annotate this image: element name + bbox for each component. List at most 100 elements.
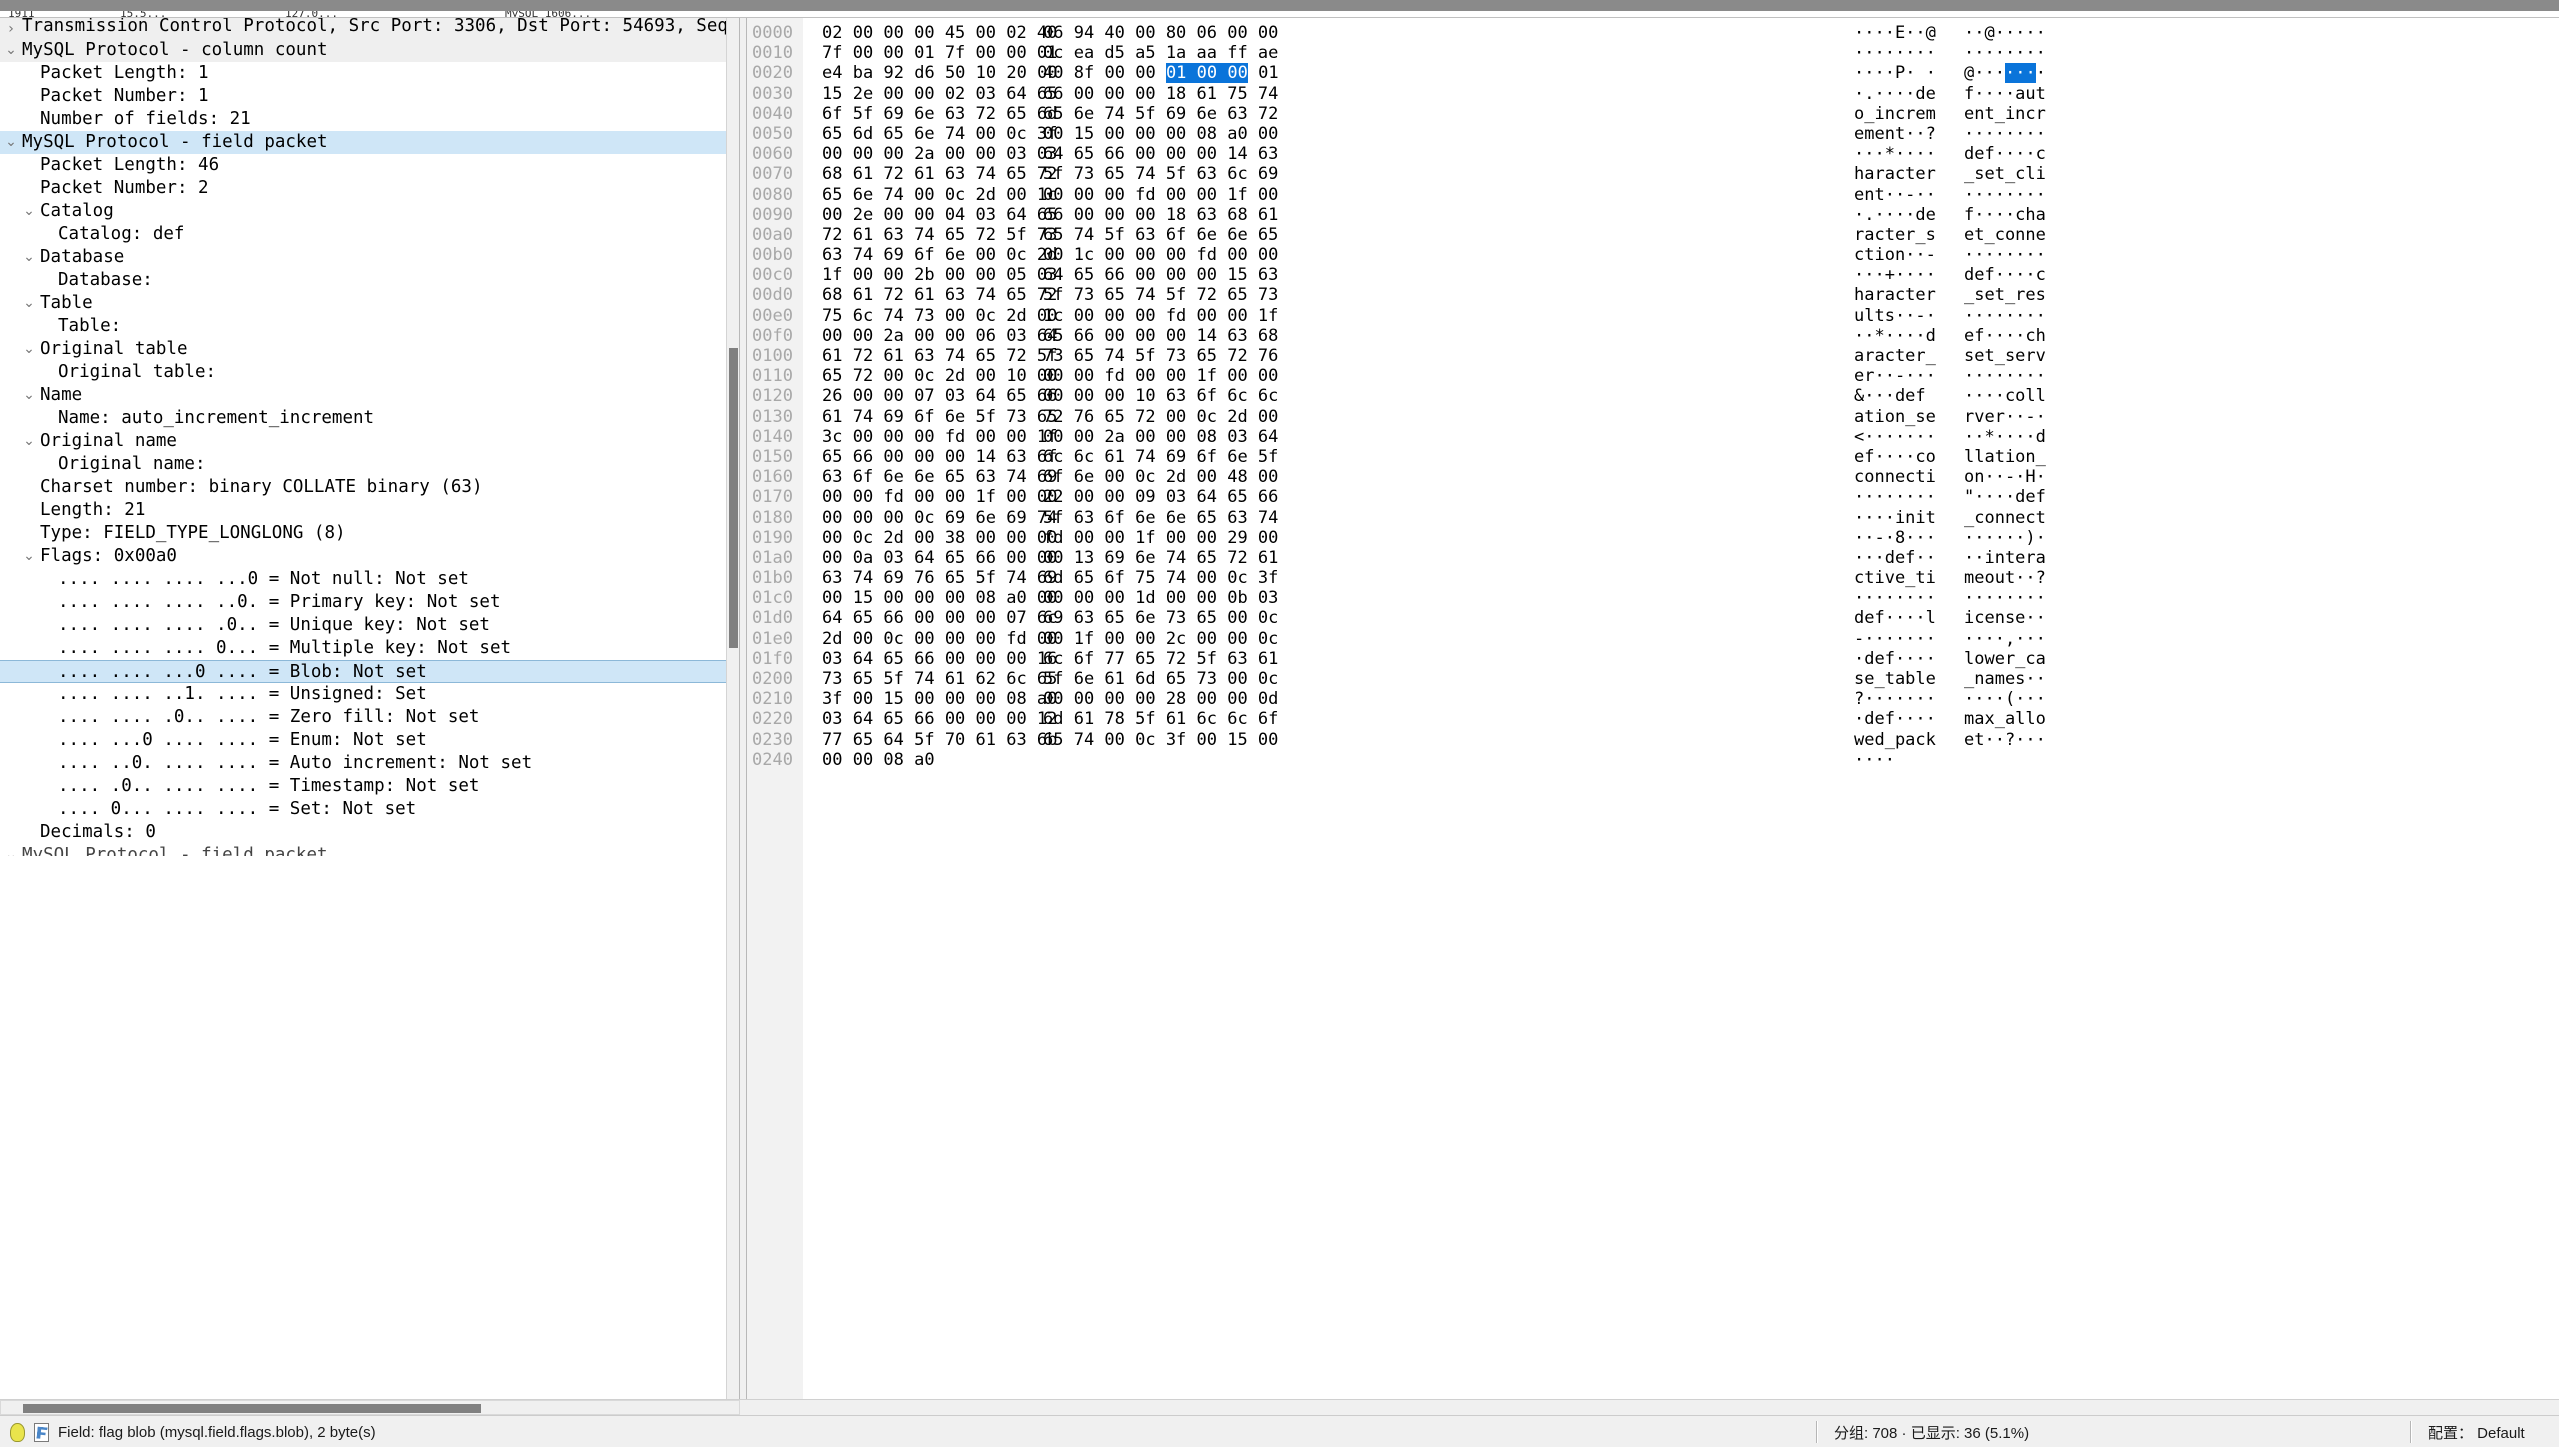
detail-tree-row[interactable]: Length: 21	[0, 499, 727, 522]
hex-dump-row[interactable]: 0130 61 74 69 6f 6e 5f 73 65 72 76 65 72 0…	[747, 407, 2559, 427]
disclosure-triangle-icon[interactable]: ⌄	[4, 131, 18, 154]
disclosure-triangle-icon[interactable]: ⌄	[22, 338, 36, 361]
hex-dump-row[interactable]: 0190 00 0c 2d 00 38 00 00 00 fd 00 00 1f 0…	[747, 528, 2559, 548]
hex-dump-row[interactable]: 0140 3c 00 00 00 fd 00 00 1f 00 00 2a 00 0…	[747, 427, 2559, 447]
detail-tree-row[interactable]: Packet Length: 46	[0, 154, 727, 177]
detail-tree-row[interactable]: .... ...0 .... .... = Enum: Not set	[0, 729, 727, 752]
detail-tree-row[interactable]: Packet Number: 1	[0, 85, 727, 108]
hex-dump-row[interactable]: 0230 77 65 64 5f 70 61 63 6b 65 74 00 0c 3…	[747, 730, 2559, 750]
hex-offset: 0230	[752, 729, 793, 750]
hex-dump-row[interactable]: 0070 68 61 72 61 63 74 65 72 5f 73 65 74 5…	[747, 164, 2559, 184]
detail-tree-row[interactable]: ⌄ Catalog	[0, 200, 727, 223]
packet-list-partial-row[interactable]: 1911 15.5... 127.0... MySQL 1606...	[0, 11, 2559, 17]
disclosure-triangle-icon[interactable]: ⌄	[4, 844, 18, 856]
disclosure-triangle-icon[interactable]: ⌄	[22, 292, 36, 315]
hex-dump-row[interactable]: 0050 65 6d 65 6e 74 00 0c 3f 00 15 00 00 0…	[747, 124, 2559, 144]
hex-dump-row[interactable]: 01c0 00 15 00 00 00 08 a0 00 00 00 00 1d 0…	[747, 588, 2559, 608]
hex-dump-row[interactable]: 01d0 64 65 66 00 00 00 07 6c 69 63 65 6e 7…	[747, 608, 2559, 628]
detail-tree-row[interactable]: Number of fields: 21	[0, 108, 727, 131]
detail-tree-row[interactable]: Packet Length: 1	[0, 62, 727, 85]
scrollbar-thumb-horizontal[interactable]	[23, 1404, 481, 1413]
detail-tree-row[interactable]: ⌄ MySQL Protocol - column count	[0, 39, 727, 62]
hex-dump-row[interactable]: 0110 65 72 00 0c 2d 00 10 00 00 00 fd 00 0…	[747, 366, 2559, 386]
detail-tree-row[interactable]: ⌄ MySQL Protocol - field packet	[0, 844, 727, 856]
detail-tree-row[interactable]: Original name:	[0, 453, 727, 476]
hex-dump-row[interactable]: 0040 6f 5f 69 6e 63 72 65 6d 65 6e 74 5f 6…	[747, 104, 2559, 124]
expert-info-icon[interactable]	[10, 1422, 25, 1442]
detail-tree-row[interactable]: .... .... .... ...0 = Not null: Not set	[0, 568, 727, 591]
hex-dump-row[interactable]: 0100 61 72 61 63 74 65 72 5f 73 65 74 5f 7…	[747, 346, 2559, 366]
detail-tree-row[interactable]: Decimals: 0	[0, 821, 727, 844]
detail-tree-row[interactable]: Packet Number: 2	[0, 177, 727, 200]
disclosure-triangle-icon[interactable]: ⌄	[22, 200, 36, 223]
hex-dump-row[interactable]: 01a0 00 0a 03 64 65 66 00 00 00 13 69 6e 7…	[747, 548, 2559, 568]
detail-tree-row[interactable]: .... ..0. .... .... = Auto increment: No…	[0, 752, 727, 775]
hex-dump-row[interactable]: 0030 15 2e 00 00 02 03 64 65 66 00 00 00 1…	[747, 84, 2559, 104]
detail-tree-row[interactable]: Name: auto_increment_increment	[0, 407, 727, 430]
detail-tree-row[interactable]: .... .... .0.. .... = Zero fill: Not set	[0, 706, 727, 729]
hex-dump-row[interactable]: 0020 e4 ba 92 d6 50 10 20 00 40 8f 00 00 0…	[747, 63, 2559, 84]
detail-tree-row[interactable]: .... .... .... 0... = Multiple key: Not …	[0, 637, 727, 660]
hex-dump-row[interactable]: 0150 65 66 00 00 00 14 63 6f 6c 6c 61 74 6…	[747, 447, 2559, 467]
hex-dump-row[interactable]: 0210 3f 00 15 00 00 00 08 a0 00 00 00 00 2…	[747, 689, 2559, 709]
detail-tree-row[interactable]: ⌄ Original name	[0, 430, 727, 453]
capture-file-properties-icon[interactable]	[34, 1422, 49, 1442]
detail-tree-row[interactable]: ⌄ Flags: 0x00a0	[0, 545, 727, 568]
hex-dump-row[interactable]: 00f0 00 00 2a 00 00 06 03 64 65 66 00 00 0…	[747, 326, 2559, 346]
hex-dump-row[interactable]: 01f0 03 64 65 66 00 00 00 16 6c 6f 77 65 7…	[747, 649, 2559, 669]
detail-tree-row[interactable]: › Transmission Control Protocol, Src Port…	[0, 18, 727, 39]
detail-tree-row[interactable]: Charset number: binary COLLATE binary (6…	[0, 476, 727, 499]
hex-dump-row[interactable]: 0200 73 65 5f 74 61 62 6c 65 5f 6e 61 6d 6…	[747, 669, 2559, 689]
detail-tree-row[interactable]: Original table:	[0, 361, 727, 384]
detail-tree-row[interactable]: .... .0.. .... .... = Timestamp: Not set	[0, 775, 727, 798]
detail-tree-row[interactable]: Table:	[0, 315, 727, 338]
disclosure-triangle-icon[interactable]: ›	[4, 18, 18, 41]
disclosure-triangle-icon[interactable]: ⌄	[22, 430, 36, 453]
disclosure-triangle-icon[interactable]: ⌄	[22, 545, 36, 568]
detail-tree-row[interactable]: .... .... ...0 .... = Blob: Not set	[0, 660, 727, 683]
hex-dump-row[interactable]: 0170 00 00 fd 00 00 1f 00 00 22 00 00 09 0…	[747, 487, 2559, 507]
packet-detail-pane[interactable]: › Transmission Control Protocol, Src Port…	[0, 18, 740, 1399]
hex-dump[interactable]: 0000 02 00 00 00 45 00 02 40 06 94 40 00 8…	[747, 23, 2559, 770]
detail-tree-row[interactable]: Database:	[0, 269, 727, 292]
packet-detail-vertical-scrollbar[interactable]	[726, 18, 739, 1399]
disclosure-triangle-icon[interactable]: ⌄	[4, 39, 18, 62]
detail-tree-row[interactable]: Type: FIELD_TYPE_LONGLONG (8)	[0, 522, 727, 545]
detail-tree-row[interactable]: ⌄ MySQL Protocol - field packet	[0, 131, 727, 154]
hex-dump-row[interactable]: 00c0 1f 00 00 2b 00 00 05 03 64 65 66 00 0…	[747, 265, 2559, 285]
disclosure-triangle-icon[interactable]: ⌄	[22, 384, 36, 407]
detail-tree-row[interactable]: ⌄ Original table	[0, 338, 727, 361]
scrollbar-thumb[interactable]	[729, 348, 738, 648]
detail-tree-row[interactable]: .... 0... .... .... = Set: Not set	[0, 798, 727, 821]
hex-dump-row[interactable]: 00b0 63 74 69 6f 6e 00 0c 2d 00 1c 00 00 0…	[747, 245, 2559, 265]
disclosure-triangle-icon[interactable]: ⌄	[22, 246, 36, 269]
hex-dump-row[interactable]: 0090 00 2e 00 00 04 03 64 65 66 00 00 00 1…	[747, 205, 2559, 225]
hex-dump-row[interactable]: 01e0 2d 00 0c 00 00 00 fd 00 00 1f 00 00 2…	[747, 629, 2559, 649]
hex-bytes-group-2: 65 74 00 0c 3f 00 15 00	[1043, 729, 1279, 750]
hex-dump-row[interactable]: 0220 03 64 65 66 00 00 00 12 6d 61 78 5f 6…	[747, 709, 2559, 729]
detail-tree-row[interactable]: .... .... .... ..0. = Primary key: Not s…	[0, 591, 727, 614]
hex-dump-row[interactable]: 01b0 63 74 69 76 65 5f 74 69 6d 65 6f 75 7…	[747, 568, 2559, 588]
hex-dump-row[interactable]: 00e0 75 6c 74 73 00 0c 2d 00 1c 00 00 00 f…	[747, 306, 2559, 326]
hex-dump-row[interactable]: 0180 00 00 00 0c 69 6e 69 74 5f 63 6f 6e 6…	[747, 508, 2559, 528]
hex-dump-row[interactable]: 00d0 68 61 72 61 63 74 65 72 5f 73 65 74 5…	[747, 285, 2559, 305]
status-profile-group[interactable]: 配置： Default	[2428, 1416, 2525, 1447]
hex-dump-row[interactable]: 0060 00 00 00 2a 00 00 03 03 64 65 66 00 0…	[747, 144, 2559, 164]
packet-detail-horizontal-scrollbar[interactable]	[0, 1400, 740, 1415]
detail-tree-row[interactable]: .... .... .... .0.. = Unique key: Not se…	[0, 614, 727, 637]
hex-dump-row[interactable]: 0080 65 6e 74 00 0c 2d 00 1c 00 00 00 fd 0…	[747, 185, 2559, 205]
hex-bytes-group-2: 5f 63 6f 6e 6e 65 63 74	[1043, 507, 1279, 528]
detail-tree-row[interactable]: Catalog: def	[0, 223, 727, 246]
hex-dump-row[interactable]: 0010 7f 00 00 01 7f 00 00 01 0c ea d5 a5 1…	[747, 43, 2559, 63]
hex-dump-row[interactable]: 0160 63 6f 6e 6e 65 63 74 69 6f 6e 00 0c 2…	[747, 467, 2559, 487]
hex-dump-row[interactable]: 0000 02 00 00 00 45 00 02 40 06 94 40 00 8…	[747, 23, 2559, 43]
detail-tree-row[interactable]: ⌄ Name	[0, 384, 727, 407]
hex-dump-row[interactable]: 0240 00 00 08 a0 ····	[747, 750, 2559, 770]
packet-detail-tree[interactable]: › Transmission Control Protocol, Src Port…	[0, 18, 727, 1399]
detail-tree-row[interactable]: ⌄ Table	[0, 292, 727, 315]
detail-tree-row[interactable]: .... .... ..1. .... = Unsigned: Set	[0, 683, 727, 706]
detail-tree-row[interactable]: ⌄ Database	[0, 246, 727, 269]
hex-dump-row[interactable]: 00a0 72 61 63 74 65 72 5f 73 65 74 5f 63 6…	[747, 225, 2559, 245]
hex-dump-row[interactable]: 0120 26 00 00 07 03 64 65 66 00 00 00 10 6…	[747, 386, 2559, 406]
packet-bytes-pane[interactable]: 0000 02 00 00 00 45 00 02 40 06 94 40 00 8…	[746, 18, 2559, 1399]
